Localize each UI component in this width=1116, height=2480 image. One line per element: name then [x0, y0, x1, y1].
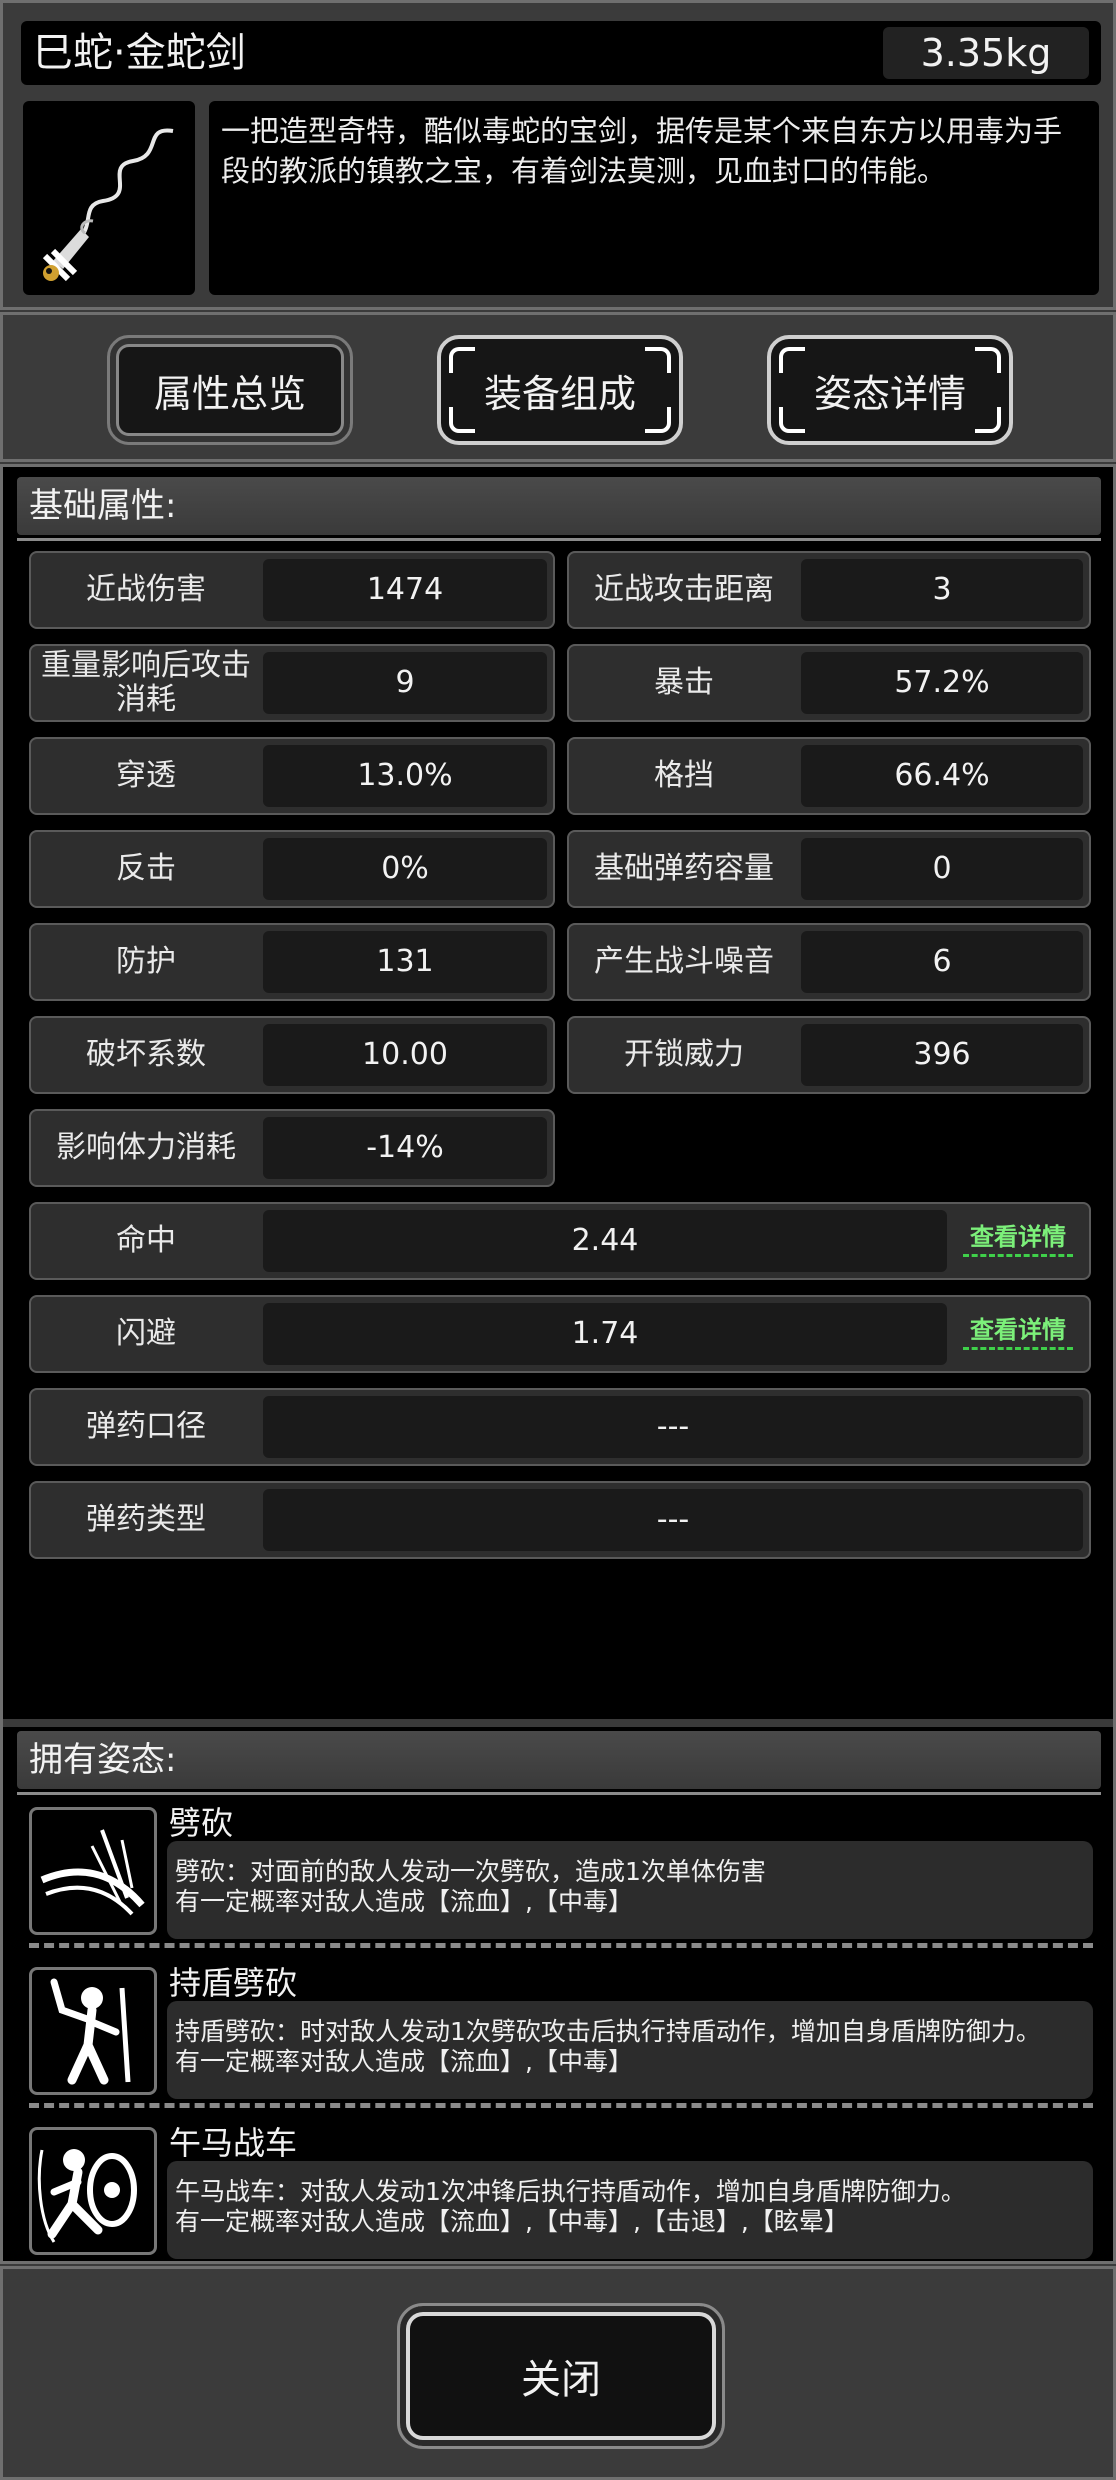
close-button-label: 关闭 — [521, 2357, 601, 2403]
attributes-panel: 基础属性: 近战伤害 1474 近战攻击距离 3 重量影响后攻击消耗 9 暴击 … — [0, 464, 1116, 2264]
stat-value: 66.4% — [801, 745, 1083, 807]
stat-stamina-cost: 影响体力消耗 -14% — [29, 1109, 555, 1187]
stat-ammo-caliber: 弹药口径 --- — [29, 1388, 1091, 1466]
stat-value: 1.74 — [263, 1303, 947, 1365]
stat-penetration: 穿透 13.0% — [29, 737, 555, 815]
stat-block: 格挡 66.4% — [567, 737, 1091, 815]
shield-charge-icon — [29, 2127, 157, 2255]
stat-label: 穿透 — [116, 758, 176, 793]
stat-lockpick-power: 开锁威力 396 — [567, 1016, 1091, 1094]
stance-desc-line: 有一定概率对敌人造成【流血】,【中毒】,【击退】,【眩晕】 — [175, 2207, 849, 2236]
stance-name: 持盾劈砍 — [169, 1964, 298, 2002]
stat-accuracy: 命中 2.44 查看详情 — [29, 1202, 1091, 1280]
tab-label: 姿态详情 — [813, 371, 966, 416]
stat-protection: 防护 131 — [29, 923, 555, 1001]
stat-evasion: 闪避 1.74 查看详情 — [29, 1295, 1091, 1373]
stat-value: 6 — [801, 931, 1083, 993]
stat-value: 57.2% — [801, 652, 1083, 714]
stance-separator — [29, 2103, 1093, 2108]
tab-attributes-overview[interactable]: 属性总览 — [107, 335, 353, 445]
stat-critical: 暴击 57.2% — [567, 644, 1091, 722]
stat-value: 3 — [801, 559, 1083, 621]
stat-label: 破坏系数 — [86, 1037, 206, 1072]
basic-attributes-heading: 基础属性: — [17, 477, 1101, 541]
stat-value: 396 — [801, 1024, 1083, 1086]
shield-slash-icon — [29, 1967, 157, 2095]
tab-stance-details[interactable]: 姿态详情 — [767, 335, 1013, 445]
stance-desc-line: 午马战车：对敌人发动1次冲锋后执行持盾动作，增加自身盾牌防御力。 — [175, 2177, 966, 2206]
stat-label: 命中 — [116, 1223, 176, 1258]
stat-destruction-factor: 破坏系数 10.00 — [29, 1016, 555, 1094]
stat-value: 131 — [263, 931, 547, 993]
stat-label: 反击 — [116, 851, 176, 886]
tab-label: 属性总览 — [153, 371, 306, 416]
stat-label: 格挡 — [654, 758, 714, 793]
stat-value: 0 — [801, 838, 1083, 900]
tab-equipment-composition[interactable]: 装备组成 — [437, 335, 683, 445]
title-bar: 巳蛇·金蛇剑 3.35kg — [21, 21, 1101, 85]
tab-bar: 属性总览 装备组成 姿态详情 — [0, 312, 1116, 462]
stat-counter: 反击 0% — [29, 830, 555, 908]
evasion-details-link[interactable]: 查看详情 — [963, 1313, 1073, 1350]
stat-value: 1474 — [263, 559, 547, 621]
footer-bar: 关闭 — [0, 2266, 1116, 2480]
section-divider — [3, 1719, 1113, 1727]
stat-melee-damage: 近战伤害 1474 — [29, 551, 555, 629]
stat-ammo-type: 弹药类型 --- — [29, 1481, 1091, 1559]
stat-value: 2.44 — [263, 1210, 947, 1272]
tab-label: 装备组成 — [483, 371, 636, 416]
stat-label: 影响体力消耗 — [56, 1130, 236, 1165]
item-weight: 3.35kg — [883, 27, 1089, 79]
stance-description: 持盾劈砍：时对敌人发动1次劈砍攻击后执行持盾动作，增加自身盾牌防御力。 有一定概… — [167, 2001, 1093, 2099]
stat-melee-range: 近战攻击距离 3 — [567, 551, 1091, 629]
close-button[interactable]: 关闭 — [397, 2303, 725, 2449]
item-header: 巳蛇·金蛇剑 3.35kg 一把造型奇特，酷似毒蛇的宝剑，据传是某个来自东方以用… — [0, 0, 1116, 310]
stance-name: 午马战车 — [169, 2124, 298, 2162]
stat-ammo-capacity: 基础弹药容量 0 — [567, 830, 1091, 908]
stance-name: 劈砍 — [169, 1804, 234, 1842]
stat-label: 产生战斗噪音 — [594, 944, 774, 979]
stat-value: -14% — [263, 1117, 547, 1179]
stance-desc-line: 劈砍：对面前的敌人发动一次劈砍，造成1次单体伤害 — [175, 1857, 766, 1886]
stat-label: 弹药类型 — [86, 1502, 206, 1537]
stat-label: 暴击 — [654, 665, 714, 700]
stat-label: 闪避 — [116, 1316, 176, 1351]
stat-value: --- — [263, 1396, 1083, 1458]
stance-desc-line: 有一定概率对敌人造成【流血】,【中毒】 — [175, 2047, 633, 2076]
stat-value: --- — [263, 1489, 1083, 1551]
stat-label: 近战攻击距离 — [594, 572, 774, 607]
stances-heading: 拥有姿态: — [17, 1731, 1101, 1795]
stance-description: 午马战车：对敌人发动1次冲锋后执行持盾动作，增加自身盾牌防御力。 有一定概率对敌… — [167, 2161, 1093, 2259]
stance-separator — [29, 1943, 1093, 1948]
item-description: 一把造型奇特，酷似毒蛇的宝剑，据传是某个来自东方以用毒为手段的教派的镇教之宝，有… — [209, 101, 1099, 295]
golden-snake-sword-icon — [23, 101, 195, 295]
stat-label: 开锁威力 — [624, 1037, 744, 1072]
stat-value: 9 — [263, 652, 547, 714]
stat-label: 近战伤害 — [86, 572, 206, 607]
stat-value: 0% — [263, 838, 547, 900]
stat-label: 防护 — [116, 944, 176, 979]
slash-icon — [29, 1807, 157, 1935]
stat-label: 弹药口径 — [86, 1409, 206, 1444]
item-title: 巳蛇·金蛇剑 — [33, 30, 246, 76]
stat-value: 10.00 — [263, 1024, 547, 1086]
stat-combat-noise: 产生战斗噪音 6 — [567, 923, 1091, 1001]
stance-desc-line: 有一定概率对敌人造成【流血】,【中毒】 — [175, 1887, 633, 1916]
stat-weighted-attack-cost: 重量影响后攻击消耗 9 — [29, 644, 555, 722]
accuracy-details-link[interactable]: 查看详情 — [963, 1220, 1073, 1257]
stat-label: 重量影响后攻击消耗 — [41, 648, 251, 717]
stat-value: 13.0% — [263, 745, 547, 807]
stat-label: 基础弹药容量 — [594, 851, 774, 886]
stance-description: 劈砍：对面前的敌人发动一次劈砍，造成1次单体伤害 有一定概率对敌人造成【流血】,… — [167, 1841, 1093, 1939]
stance-desc-line: 持盾劈砍：时对敌人发动1次劈砍攻击后执行持盾动作，增加自身盾牌防御力。 — [175, 2017, 1041, 2046]
